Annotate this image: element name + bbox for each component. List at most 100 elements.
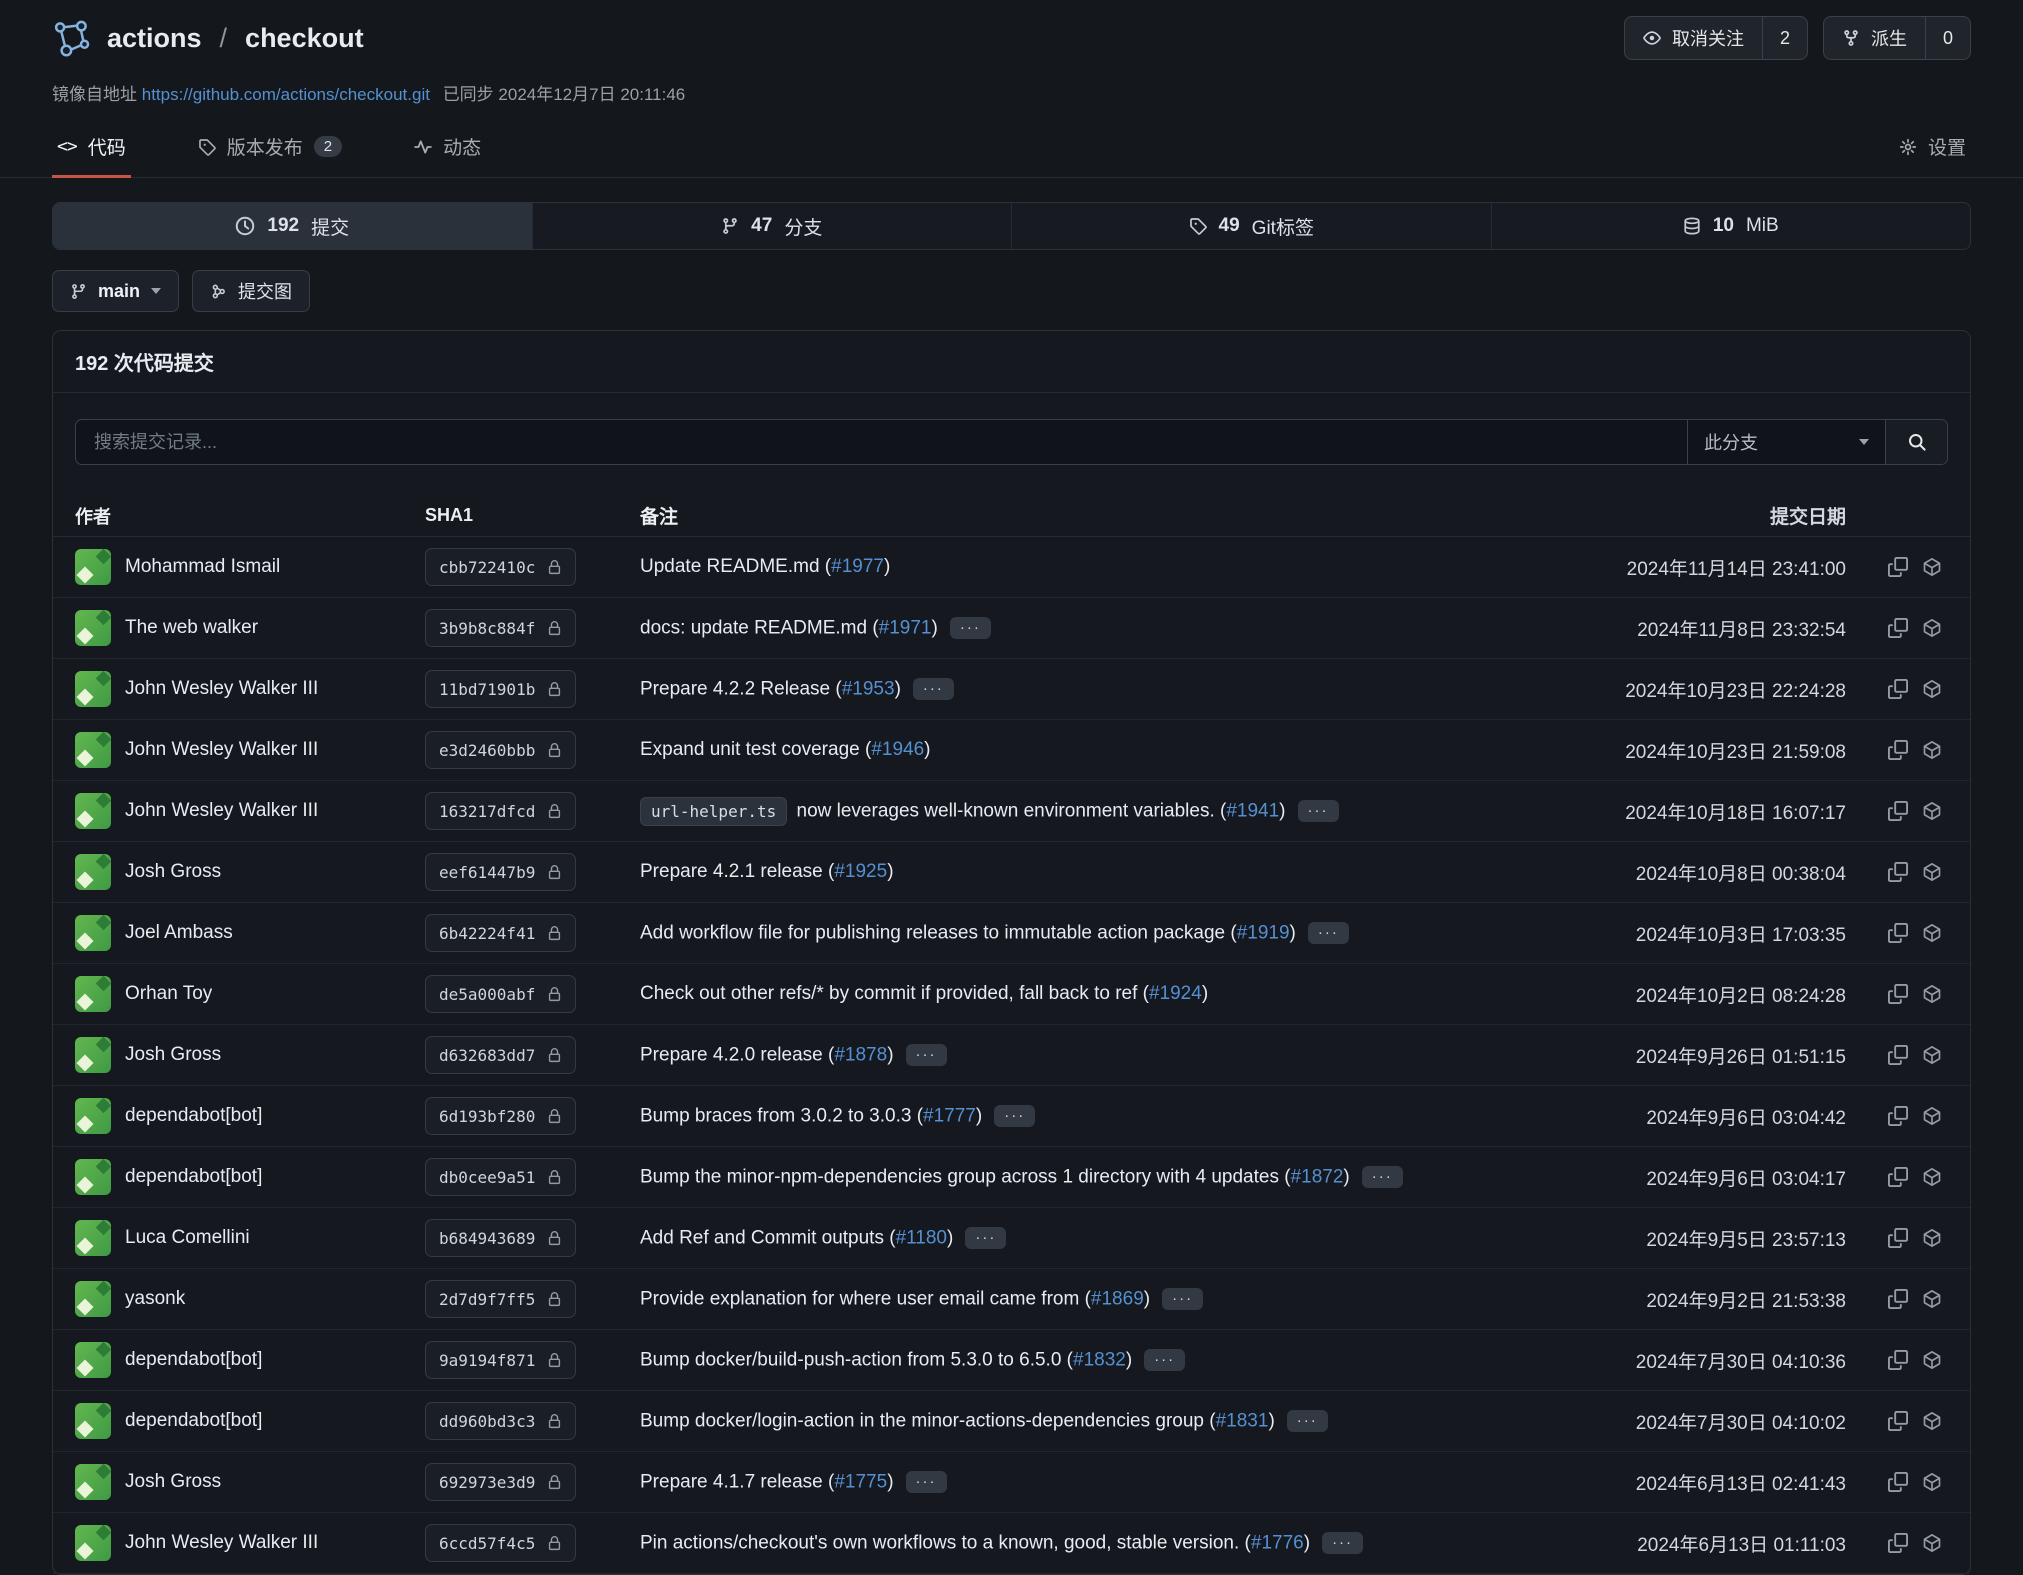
commit-graph-button[interactable]: 提交图 <box>192 270 310 312</box>
stat-tags[interactable]: 49 Git标签 <box>1012 203 1492 249</box>
expand-message-button[interactable]: ··· <box>906 1471 947 1494</box>
tab-code[interactable]: <> 代码 <box>52 119 131 178</box>
user-avatar[interactable] <box>75 1281 111 1317</box>
pr-link[interactable]: #1775 <box>834 1471 887 1492</box>
pr-link[interactable]: #1180 <box>896 1227 947 1248</box>
copy-sha-button[interactable] <box>1884 980 1912 1008</box>
pr-link[interactable]: #1831 <box>1216 1410 1269 1431</box>
browse-source-button[interactable] <box>1918 1407 1946 1435</box>
commit-author[interactable]: John Wesley Walker III <box>125 800 318 822</box>
expand-message-button[interactable]: ··· <box>913 678 954 701</box>
browse-source-button[interactable] <box>1918 675 1946 703</box>
branch-selector[interactable]: main <box>52 270 179 312</box>
commit-author[interactable]: dependabot[bot] <box>125 1410 262 1432</box>
user-avatar[interactable] <box>75 1464 111 1500</box>
commit-sha-badge[interactable]: 692973e3d9 <box>425 1463 576 1501</box>
repo-owner[interactable]: actions <box>107 23 202 54</box>
pr-link[interactable]: #1946 <box>871 739 924 760</box>
commit-sha-badge[interactable]: de5a000abf <box>425 975 576 1013</box>
browse-source-button[interactable] <box>1918 1529 1946 1557</box>
expand-message-button[interactable]: ··· <box>1162 1288 1203 1311</box>
commit-author[interactable]: dependabot[bot] <box>125 1166 262 1188</box>
pr-link[interactable]: #1919 <box>1237 922 1290 943</box>
copy-sha-button[interactable] <box>1884 614 1912 642</box>
user-avatar[interactable] <box>75 610 111 646</box>
commit-sha-badge[interactable]: 6d193bf280 <box>425 1097 576 1135</box>
expand-message-button[interactable]: ··· <box>950 617 991 640</box>
user-avatar[interactable] <box>75 1159 111 1195</box>
expand-message-button[interactable]: ··· <box>1144 1349 1185 1372</box>
commit-sha-badge[interactable]: 6b42224f41 <box>425 914 576 952</box>
commit-author[interactable]: Josh Gross <box>125 861 221 883</box>
user-avatar[interactable] <box>75 915 111 951</box>
commit-sha-badge[interactable]: 6ccd57f4c5 <box>425 1524 576 1562</box>
copy-sha-button[interactable] <box>1884 675 1912 703</box>
expand-message-button[interactable]: ··· <box>1298 800 1339 823</box>
browse-source-button[interactable] <box>1918 1224 1946 1252</box>
copy-sha-button[interactable] <box>1884 1163 1912 1191</box>
commit-author[interactable]: Orhan Toy <box>125 983 212 1005</box>
browse-source-button[interactable] <box>1918 1346 1946 1374</box>
copy-sha-button[interactable] <box>1884 797 1912 825</box>
browse-source-button[interactable] <box>1918 919 1946 947</box>
expand-message-button[interactable]: ··· <box>965 1227 1006 1250</box>
browse-source-button[interactable] <box>1918 1163 1946 1191</box>
commit-author[interactable]: Josh Gross <box>125 1471 221 1493</box>
repo-name[interactable]: checkout <box>245 23 364 54</box>
pr-link[interactable]: #1776 <box>1251 1532 1304 1553</box>
pr-link[interactable]: #1878 <box>834 1044 887 1065</box>
pr-link[interactable]: #1941 <box>1226 800 1279 821</box>
commit-sha-badge[interactable]: b684943689 <box>425 1219 576 1257</box>
fork-button[interactable]: 派生 0 <box>1823 16 1971 60</box>
copy-sha-button[interactable] <box>1884 1468 1912 1496</box>
pr-link[interactable]: #1869 <box>1091 1288 1144 1309</box>
pr-link[interactable]: #1777 <box>923 1105 976 1126</box>
copy-sha-button[interactable] <box>1884 1102 1912 1130</box>
commit-author[interactable]: John Wesley Walker III <box>125 678 318 700</box>
commit-sha-badge[interactable]: d632683dd7 <box>425 1036 576 1074</box>
expand-message-button[interactable]: ··· <box>1362 1166 1403 1189</box>
commit-sha-badge[interactable]: db0cee9a51 <box>425 1158 576 1196</box>
copy-sha-button[interactable] <box>1884 858 1912 886</box>
commit-sha-badge[interactable]: 2d7d9f7ff5 <box>425 1280 576 1318</box>
browse-source-button[interactable] <box>1918 980 1946 1008</box>
user-avatar[interactable] <box>75 549 111 585</box>
stat-commits[interactable]: 192 提交 <box>53 203 533 249</box>
browse-source-button[interactable] <box>1918 614 1946 642</box>
user-avatar[interactable] <box>75 976 111 1012</box>
browse-source-button[interactable] <box>1918 736 1946 764</box>
commit-author[interactable]: Mohammad Ismail <box>125 556 280 578</box>
stat-size[interactable]: 10 MiB <box>1492 203 1971 249</box>
commit-sha-badge[interactable]: 3b9b8c884f <box>425 609 576 647</box>
browse-source-button[interactable] <box>1918 553 1946 581</box>
expand-message-button[interactable]: ··· <box>906 1044 947 1067</box>
commit-sha-badge[interactable]: 163217dfcd <box>425 792 576 830</box>
commit-author[interactable]: dependabot[bot] <box>125 1105 262 1127</box>
commit-author[interactable]: dependabot[bot] <box>125 1349 262 1371</box>
copy-sha-button[interactable] <box>1884 1529 1912 1557</box>
expand-message-button[interactable]: ··· <box>1308 922 1349 945</box>
watch-count[interactable]: 2 <box>1762 17 1807 59</box>
unwatch-button[interactable]: 取消关注 2 <box>1624 16 1808 60</box>
commit-sha-badge[interactable]: dd960bd3c3 <box>425 1402 576 1440</box>
copy-sha-button[interactable] <box>1884 736 1912 764</box>
commit-sha-badge[interactable]: 11bd71901b <box>425 670 576 708</box>
tab-releases[interactable]: 版本发布 2 <box>193 119 347 178</box>
search-commits-input[interactable] <box>76 420 1687 464</box>
tab-settings[interactable]: 设置 <box>1894 119 1971 178</box>
browse-source-button[interactable] <box>1918 1041 1946 1069</box>
expand-message-button[interactable]: ··· <box>1287 1410 1328 1433</box>
pr-link[interactable]: #1925 <box>834 861 887 882</box>
stat-branches[interactable]: 47 分支 <box>533 203 1013 249</box>
commit-sha-badge[interactable]: e3d2460bbb <box>425 731 576 769</box>
pr-link[interactable]: #1924 <box>1149 983 1202 1004</box>
pr-link[interactable]: #1832 <box>1073 1349 1126 1370</box>
user-avatar[interactable] <box>75 732 111 768</box>
commit-sha-badge[interactable]: eef61447b9 <box>425 853 576 891</box>
user-avatar[interactable] <box>75 1220 111 1256</box>
user-avatar[interactable] <box>75 1098 111 1134</box>
copy-sha-button[interactable] <box>1884 1407 1912 1435</box>
mirror-url-link[interactable]: https://github.com/actions/checkout.git <box>142 85 430 104</box>
commit-sha-badge[interactable]: cbb722410c <box>425 548 576 586</box>
browse-source-button[interactable] <box>1918 1468 1946 1496</box>
